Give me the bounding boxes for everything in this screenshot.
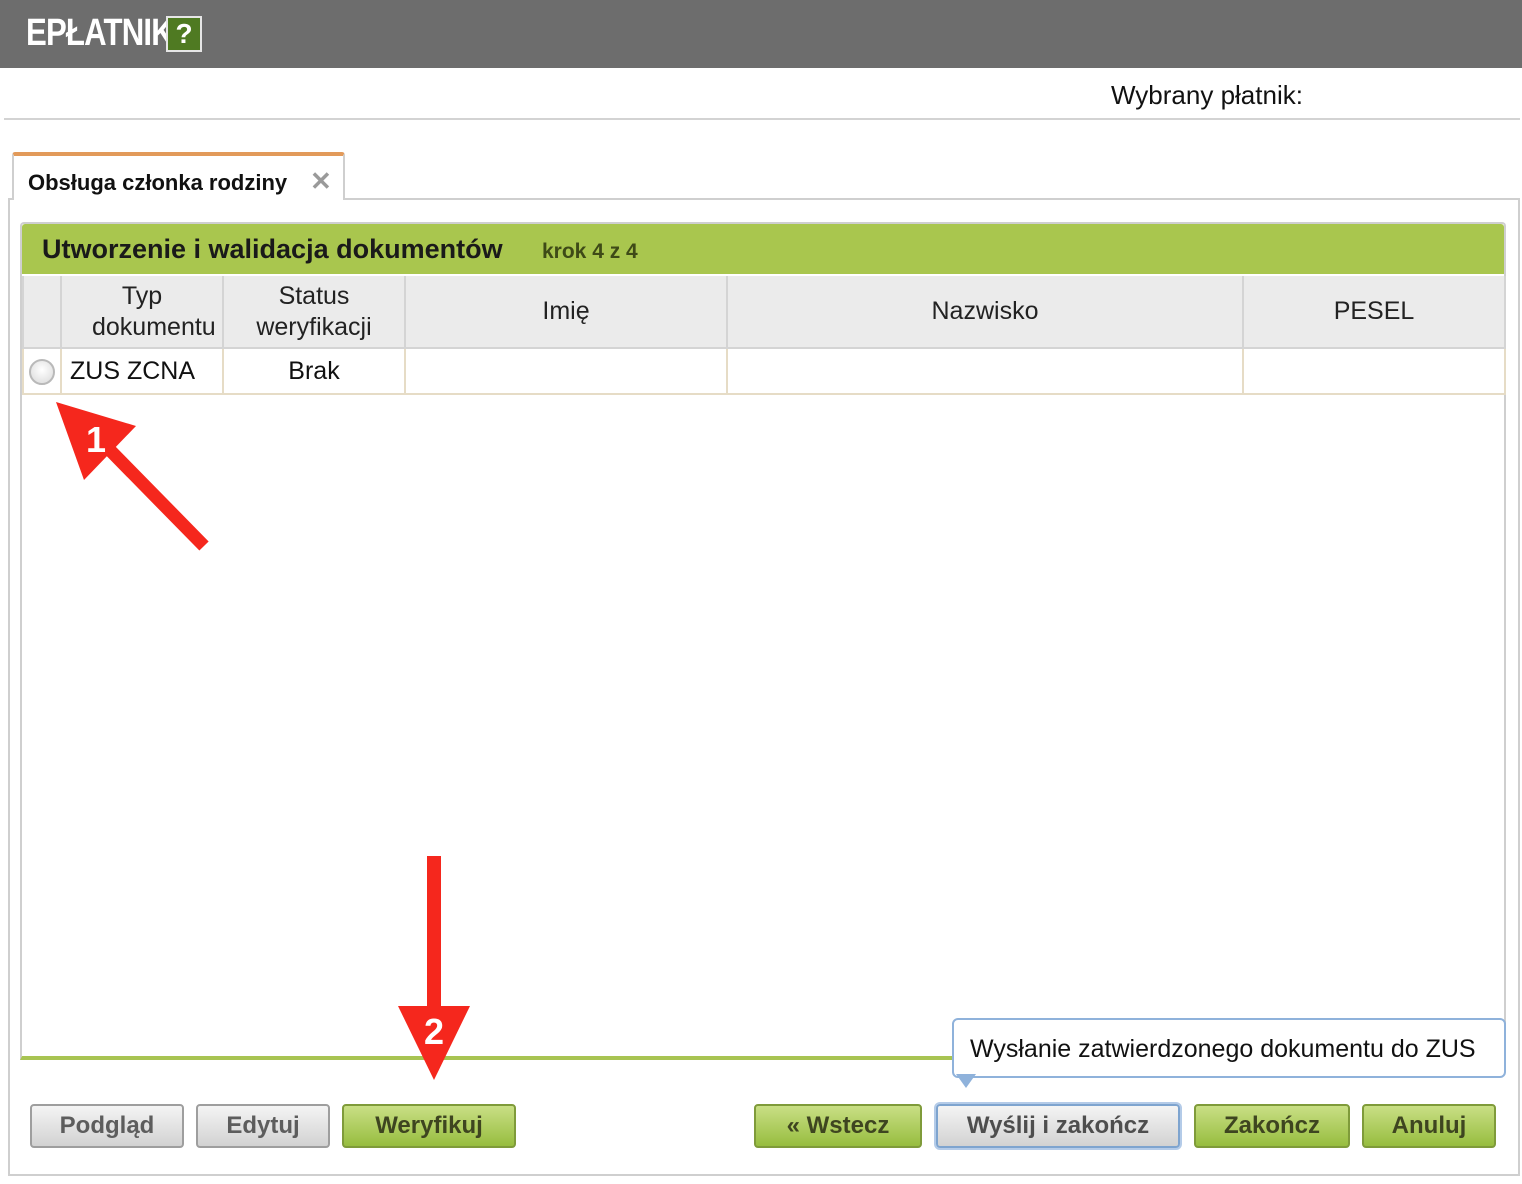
annotation-arrow-2: 2 xyxy=(398,856,470,1080)
annotation-label-2: 2 xyxy=(424,1011,444,1052)
annotation-label-1: 1 xyxy=(86,419,106,460)
annotation-overlay: 1 2 xyxy=(56,402,470,1080)
annotation-arrow-1: 1 xyxy=(56,402,209,551)
